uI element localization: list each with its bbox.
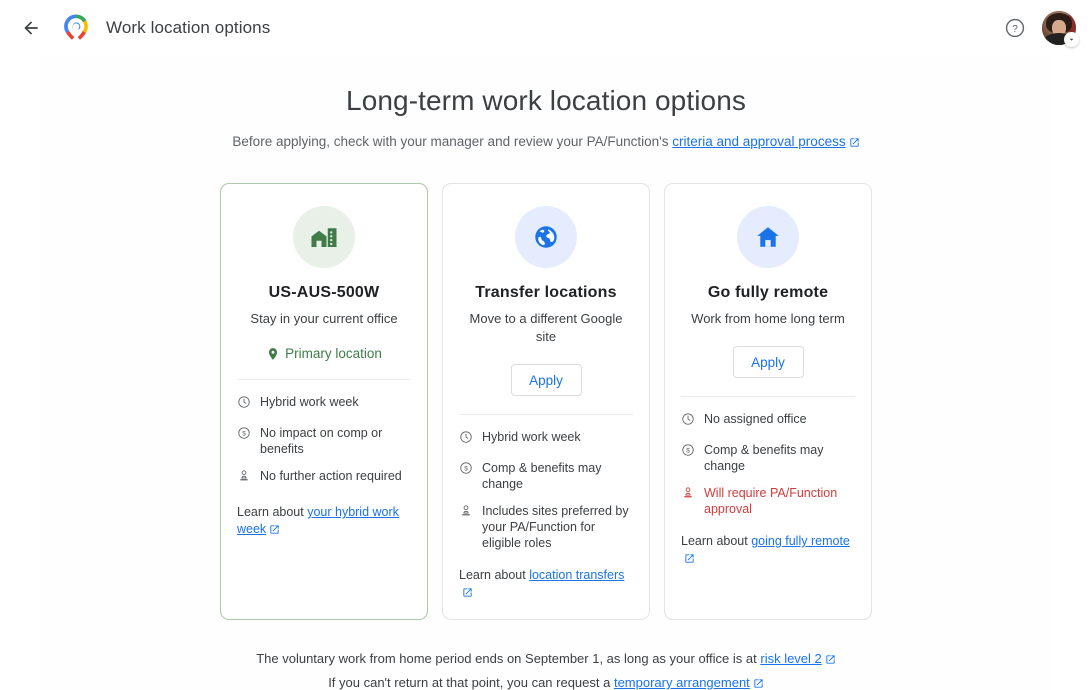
primary-location-badge: Primary location [266,346,382,361]
feature-label: Comp & benefits may change [704,443,824,473]
external-link-icon [825,650,836,672]
card-feature-list: Hybrid work week $ No impact on comp or … [237,394,411,488]
learn-prefix: Learn about [237,505,308,519]
feature-row: No further action required [237,468,411,488]
card-divider [459,414,633,415]
card-feature-list: Hybrid work week $ Comp & benefits may c… [459,429,633,551]
page-subtitle: Before applying, check with your manager… [40,132,1052,153]
back-arrow-icon [24,21,38,35]
feature-row: $ No impact on comp or benefits [237,425,411,457]
feature-row: No assigned office [681,411,855,431]
feature-label: Hybrid work week [482,430,581,444]
learn-prefix: Learn about [459,568,530,582]
card-title: Go fully remote [707,284,829,301]
dollar-icon: $ [459,461,473,480]
options-card-list: US-AUS-500W Stay in your current office … [40,183,1052,620]
feature-label: Will require PA/Function approval [704,486,838,516]
feature-label: No impact on comp or benefits [260,426,383,456]
dollar-icon: $ [681,443,695,462]
content-surface: Long-term work location options Before a… [40,56,1052,690]
card-subtitle: Work from home long term [691,311,845,326]
footer-line-1-text: The voluntary work from home period ends… [256,651,761,666]
dollar-icon: $ [237,426,251,445]
stamp-icon [681,486,695,505]
feature-label: Includes sites preferred by your PA/Func… [482,504,629,550]
card-icon-wrapper [515,206,577,268]
card-title: Transfer locations [475,284,617,301]
office-building-icon [311,228,337,247]
external-link-icon [462,586,473,603]
globe-icon [535,226,557,248]
learn-prefix: Learn about [681,534,752,548]
criteria-approval-process-link[interactable]: criteria and approval process [672,134,845,149]
account-avatar-button[interactable] [1042,11,1079,47]
card-transfer-locations[interactable]: Transfer locations Move to a different G… [442,183,650,620]
external-link-icon [684,552,695,569]
external-link-icon [849,134,860,153]
card-icon-wrapper [293,206,355,268]
svg-text:?: ? [1012,24,1018,35]
clock-icon [681,412,695,431]
primary-location-badge-label: Primary location [285,346,382,361]
account-dropdown-caret[interactable] [1064,32,1079,47]
card-divider [237,379,411,380]
feature-label: Hybrid work week [260,395,359,409]
card-go-fully-remote[interactable]: Go fully remote Work from home long term… [664,183,872,620]
footer-line-2: If you can't return at that point, you c… [40,672,1052,690]
feature-row-warning: Will require PA/Function approval [681,485,855,517]
feature-label: Comp & benefits may change [482,461,602,491]
location-transfers-link[interactable]: location transfers [529,568,624,582]
help-button[interactable]: ? [998,11,1032,45]
svg-text:$: $ [464,465,468,472]
apply-button-transfer-locations[interactable]: Apply [510,364,582,396]
google-work-location-logo [64,14,88,40]
home-icon [757,227,779,247]
going-fully-remote-link[interactable]: going fully remote [751,534,850,548]
feature-row: Includes sites preferred by your PA/Func… [459,503,633,551]
card-subtitle: Move to a different Google site [469,311,623,344]
feature-label: No further action required [260,469,402,483]
app-title: Work location options [106,18,271,37]
stamp-icon [459,504,473,523]
location-pin-icon [269,347,278,360]
temporary-arrangement-link[interactable]: temporary arrangement [614,675,750,690]
card-learn-more: Learn about going fully remote [681,533,855,569]
external-link-icon [753,674,764,690]
card-feature-list: No assigned office $ Comp & benefits may… [681,411,855,517]
card-icon-wrapper [737,206,799,268]
page-title: Long-term work location options [346,85,746,116]
stamp-icon [237,469,251,488]
apply-button-go-fully-remote[interactable]: Apply [732,346,804,378]
page-footer: The voluntary work from home period ends… [40,648,1052,690]
clock-icon [459,430,473,449]
back-button[interactable] [14,11,48,45]
card-subtitle: Stay in your current office [250,311,398,326]
card-learn-more: Learn about location transfers [459,567,633,603]
feature-row: Hybrid work week [237,394,411,414]
card-current-office[interactable]: US-AUS-500W Stay in your current office … [220,183,428,620]
footer-line-1: The voluntary work from home period ends… [40,648,1052,672]
feature-row: $ Comp & benefits may change [459,460,633,492]
svg-text:$: $ [242,430,246,437]
feature-label: No assigned office [704,412,807,426]
feature-row: $ Comp & benefits may change [681,442,855,474]
page-subtitle-text: Before applying, check with your manager… [232,134,673,149]
page-body: Long-term work location options Before a… [0,56,1092,690]
app-header: Work location options ? [0,0,1092,56]
clock-icon [237,395,251,414]
svg-text:$: $ [686,447,690,454]
app-logo [56,8,96,48]
risk-level-link[interactable]: risk level 2 [760,651,821,666]
chevron-down-icon [1069,38,1074,41]
footer-line-2-text: If you can't return at that point, you c… [328,675,614,690]
card-learn-more: Learn about your hybrid work week [237,504,411,540]
external-link-icon [269,523,280,540]
feature-row: Hybrid work week [459,429,633,449]
card-title: US-AUS-500W [268,284,380,301]
card-divider [681,396,855,397]
help-circle-icon: ? [1005,18,1025,38]
